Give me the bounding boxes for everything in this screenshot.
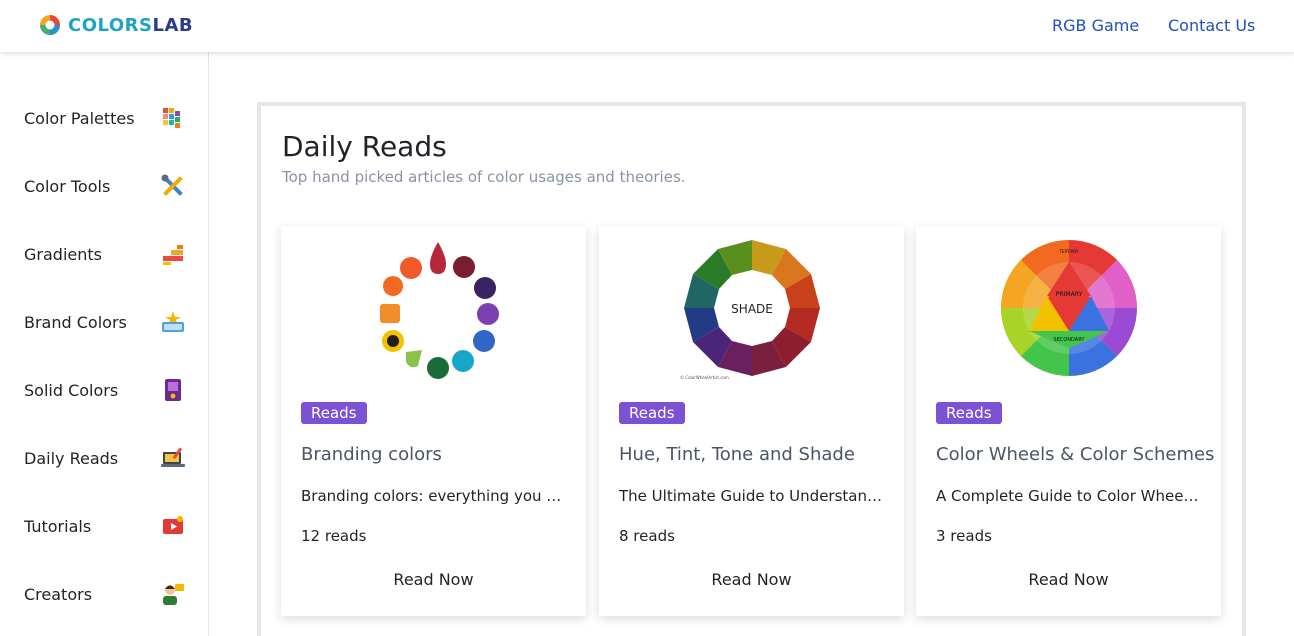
page-title: Daily Reads xyxy=(282,130,447,163)
logo-icon xyxy=(40,15,60,35)
article-card-hue-tint-tone-shade[interactable]: SHADE © ColorWheelArtist.com Reads Hue, … xyxy=(599,226,904,616)
laptop-read-icon xyxy=(161,447,185,467)
creator-icon xyxy=(163,584,184,605)
card-title[interactable]: Branding colors xyxy=(301,444,442,465)
daily-reads-panel: Daily Reads Top hand picked articles of … xyxy=(257,102,1246,636)
card-description: The Ultimate Guide to Understanding Hue,… xyxy=(619,487,884,505)
sidebar-item-label: Color Palettes xyxy=(24,108,135,128)
sidebar-item-gradients[interactable]: Gradients xyxy=(24,239,186,269)
sidebar: Color Palettes Color Tools Gradients Bra… xyxy=(0,52,209,636)
sidebar-item-creators[interactable]: Creators xyxy=(24,579,186,609)
card-title[interactable]: Color Wheels & Color Schemes xyxy=(936,444,1214,465)
sidebar-item-label: Tutorials xyxy=(24,516,92,536)
wheel-center-label: SHADE xyxy=(731,302,773,316)
card-description: A Complete Guide to Color Wheels & Color… xyxy=(936,487,1201,505)
site-logo[interactable]: COLORSLAB xyxy=(38,13,193,37)
gradient-icon xyxy=(163,245,183,265)
color-scheme-wheel-image: PRIMARY SECONDARY TERTIARY xyxy=(1000,240,1137,376)
top-header: COLORSLAB RGB Game Contact Us xyxy=(0,0,1294,52)
sidebar-item-tutorials[interactable]: Tutorials xyxy=(24,511,186,541)
wheel-label-primary: PRIMARY xyxy=(1055,291,1082,298)
card-image xyxy=(281,234,586,382)
card-image: SHADE © ColorWheelArtist.com xyxy=(599,234,904,382)
tools-icon xyxy=(161,174,183,196)
video-icon xyxy=(163,516,183,534)
sidebar-item-label: Gradients xyxy=(24,244,102,264)
card-title[interactable]: Hue, Tint, Tone and Shade xyxy=(619,444,855,465)
sidebar-item-color-tools[interactable]: Color Tools xyxy=(24,171,186,201)
brand-badge-icon xyxy=(162,311,184,332)
wheel-label-tertiary: TERTIARY xyxy=(1058,249,1078,254)
read-now-button[interactable]: Read Now xyxy=(281,570,586,589)
sidebar-item-color-palettes[interactable]: Color Palettes xyxy=(24,103,186,133)
sidebar-item-label: Brand Colors xyxy=(24,312,127,332)
shade-color-wheel-image: SHADE © ColorWheelArtist.com xyxy=(680,240,820,380)
wheel-label-secondary: SECONDARY xyxy=(1053,337,1085,343)
image-credit: © ColorWheelArtist.com xyxy=(680,375,729,380)
page-subtitle: Top hand picked articles of color usages… xyxy=(282,168,686,186)
palette-grid-icon xyxy=(163,108,180,128)
card-description: Branding colors: everything you need to … xyxy=(301,487,566,505)
nav-contact-us[interactable]: Contact Us xyxy=(1168,16,1255,35)
read-now-button[interactable]: Read Now xyxy=(916,570,1221,589)
brand-logos-circle-image xyxy=(379,242,499,379)
sidebar-item-brand-colors[interactable]: Brand Colors xyxy=(24,307,186,337)
sidebar-item-label: Daily Reads xyxy=(24,448,119,468)
read-now-button[interactable]: Read Now xyxy=(599,570,904,589)
card-badge: Reads xyxy=(936,402,1002,424)
solid-color-icon xyxy=(165,379,181,401)
card-badge: Reads xyxy=(619,402,685,424)
sidebar-item-label: Creators xyxy=(24,584,93,604)
article-card-branding-colors[interactable]: Reads Branding colors Branding colors: e… xyxy=(281,226,586,616)
sidebar-item-daily-reads[interactable]: Daily Reads xyxy=(24,443,186,473)
sidebar-item-solid-colors[interactable]: Solid Colors xyxy=(24,375,186,405)
card-read-count: 3 reads xyxy=(936,527,992,545)
card-image: PRIMARY SECONDARY TERTIARY xyxy=(916,234,1221,382)
sidebar-item-label: Solid Colors xyxy=(24,380,119,400)
article-card-color-wheels[interactable]: PRIMARY SECONDARY TERTIARY Reads Color W… xyxy=(916,226,1221,616)
card-badge: Reads xyxy=(301,402,367,424)
logo-text: COLORSLAB xyxy=(68,14,194,36)
sidebar-item-label: Color Tools xyxy=(24,176,111,196)
card-read-count: 12 reads xyxy=(301,527,367,545)
card-read-count: 8 reads xyxy=(619,527,675,545)
nav-rgb-game[interactable]: RGB Game xyxy=(1052,16,1139,35)
